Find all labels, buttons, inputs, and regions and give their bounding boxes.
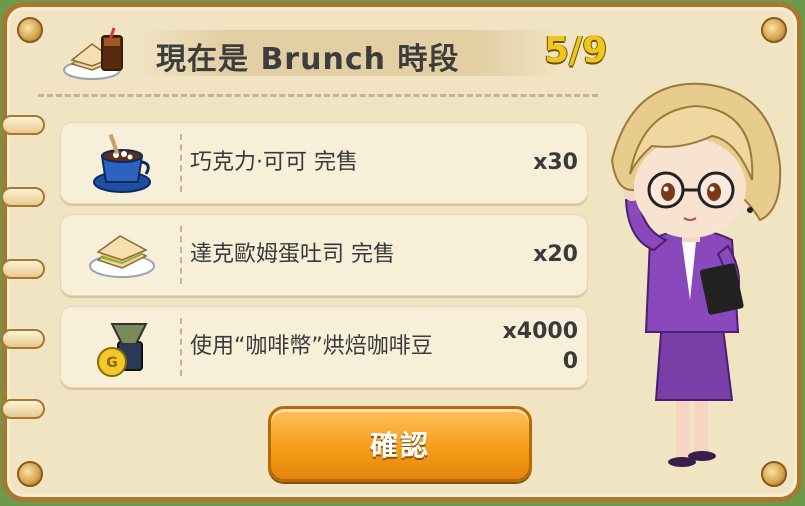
binder-ring [1, 187, 45, 207]
binder-ring [1, 259, 45, 279]
coffee-grinder-coin-icon: G [97, 323, 148, 377]
binder-ring [1, 329, 45, 349]
list-item: 達克歐姆蛋吐司 完售 x20 [60, 214, 588, 296]
item-divider [180, 226, 182, 284]
page-title: 現在是 Brunch 時段 [156, 42, 460, 77]
progress-count: 5/9 [544, 30, 608, 71]
item-description: 達克歐姆蛋吐司 完售 [190, 242, 395, 267]
binder-ring [1, 115, 45, 135]
item-quantity: x40000 [502, 319, 578, 374]
rivet-bottom-left [17, 461, 43, 487]
item-quantity: x20 [533, 242, 578, 267]
binder-ring [1, 399, 45, 419]
secretary-character-illustration [610, 82, 782, 467]
item-description: 巧克力·可可 完售 [190, 150, 358, 175]
cocoa-cup-icon [93, 133, 151, 193]
sandwich-and-iced-coffee-icon [63, 27, 123, 80]
rivet-top-right [761, 17, 787, 43]
item-divider [180, 134, 182, 192]
item-divider [180, 318, 182, 376]
item-description: 使用“咖啡幣”烘焙咖啡豆 [190, 334, 433, 359]
confirm-button[interactable]: 確認 [268, 406, 532, 482]
rivet-top-left [17, 17, 43, 43]
svg-text:G: G [106, 355, 118, 371]
sandwich-plate-icon [89, 235, 155, 278]
header-divider [38, 94, 598, 97]
list-item: 巧克力·可可 完售 x30 [60, 122, 588, 204]
list-item: G 使用“咖啡幣”烘焙咖啡豆 x40000 [60, 306, 588, 388]
item-quantity: x30 [533, 150, 578, 175]
